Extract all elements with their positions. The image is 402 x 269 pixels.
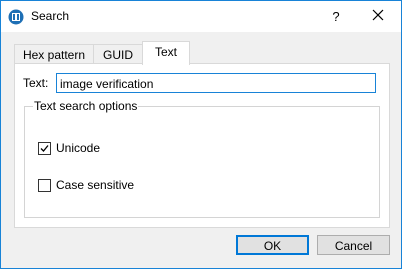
text-tab-panel: Text: image verification Text search opt…: [14, 63, 390, 228]
group-title: Text search options: [33, 99, 139, 113]
window-title: Search: [31, 9, 70, 23]
tab-hex-pattern[interactable]: Hex pattern: [14, 44, 94, 65]
cancel-label: Cancel: [334, 239, 373, 253]
help-button[interactable]: ?: [313, 1, 359, 32]
unicode-checkbox-row[interactable]: Unicode: [38, 141, 100, 155]
text-search-options-group: Text search options Unicode Case sensiti…: [24, 99, 380, 218]
case-sensitive-label: Case sensitive: [56, 178, 135, 192]
close-button[interactable]: [355, 1, 401, 32]
tab-label: Text: [154, 45, 177, 59]
text-field-label: Text:: [23, 76, 49, 90]
tab-label: GUID: [103, 48, 133, 62]
close-icon: [372, 9, 384, 24]
tab-label: Hex pattern: [22, 48, 86, 62]
tab-text[interactable]: Text: [142, 41, 190, 65]
ok-label: OK: [263, 239, 282, 253]
app-icon: [8, 9, 24, 25]
case-sensitive-checkbox[interactable]: [38, 178, 51, 192]
unicode-label: Unicode: [56, 141, 101, 155]
case-sensitive-checkbox-row[interactable]: Case sensitive: [38, 178, 134, 192]
ok-button[interactable]: OK: [236, 235, 309, 255]
search-text-input[interactable]: image verification: [56, 73, 376, 93]
search-dialog: Search ? Hex pattern GUID Text Text: ima…: [0, 0, 402, 269]
help-glyph: ?: [332, 9, 340, 24]
unicode-checkbox[interactable]: [38, 141, 51, 155]
checkmark-icon: [40, 144, 49, 152]
cancel-button[interactable]: Cancel: [317, 235, 390, 255]
title-bar[interactable]: Search ?: [1, 1, 401, 32]
tab-guid[interactable]: GUID: [93, 44, 143, 65]
